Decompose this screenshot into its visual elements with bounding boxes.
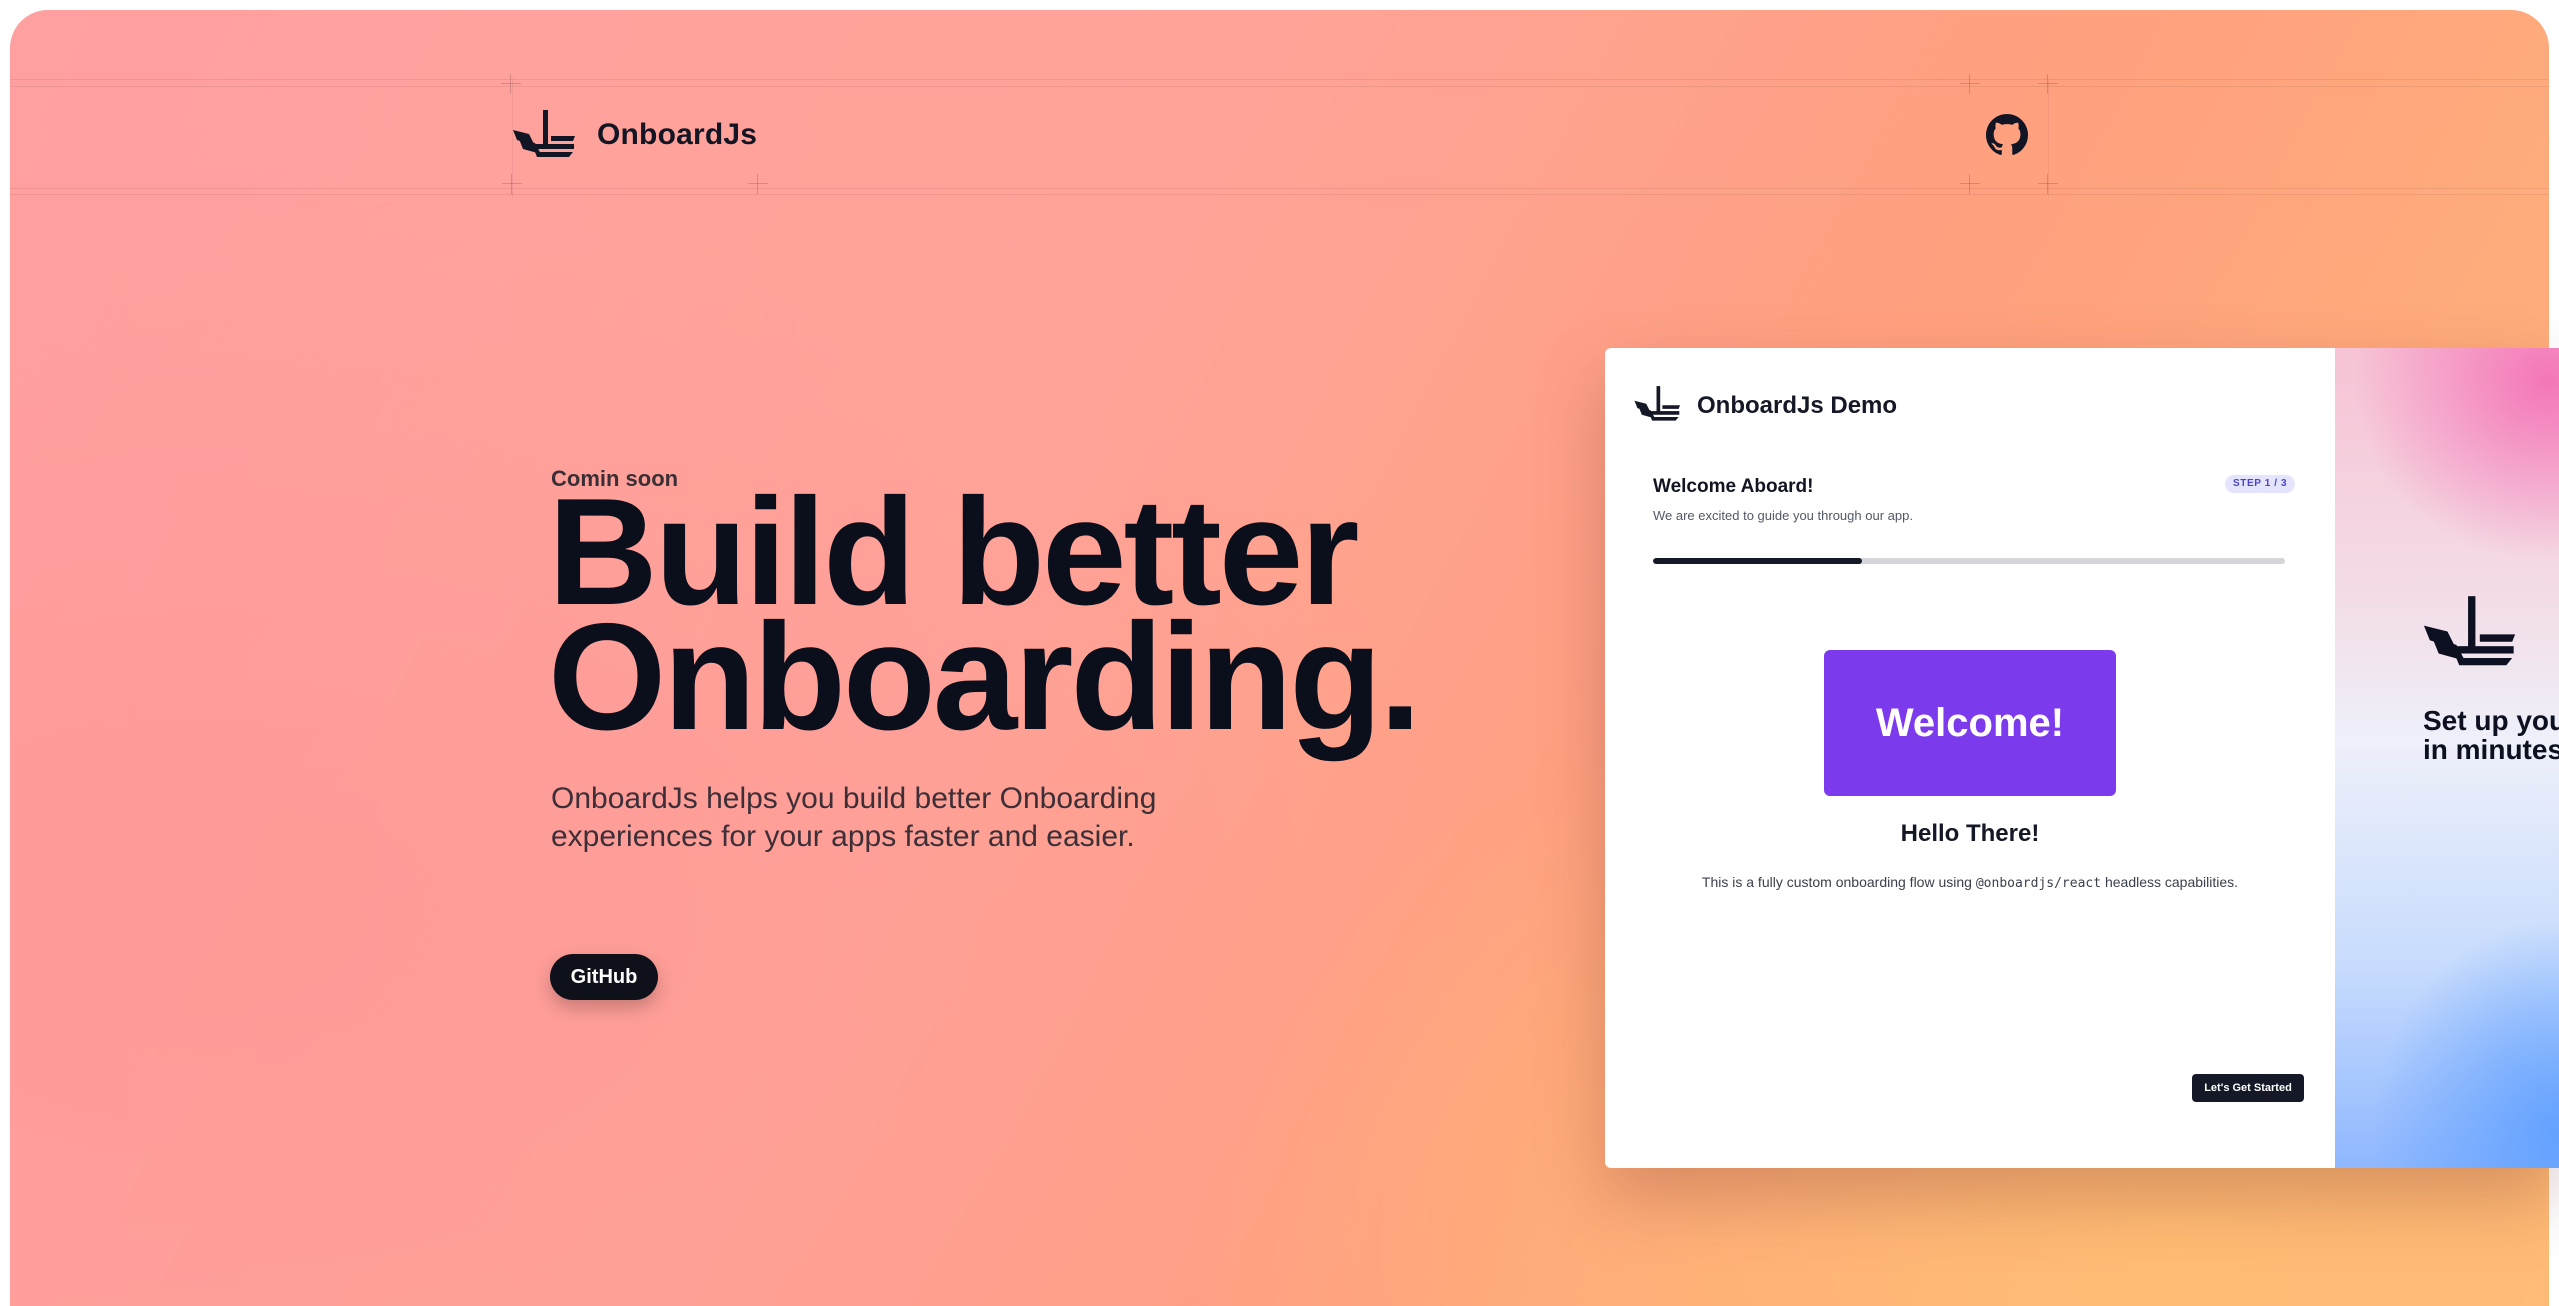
side-panel-heading: Set up your in minutes (2423, 705, 2559, 765)
welcome-card: Welcome! (1824, 650, 2116, 796)
demo-title: OnboardJs Demo (1697, 391, 1898, 419)
grid-cross (1960, 74, 1980, 94)
description-text: This is a fully custom onboarding flow u… (1701, 874, 1976, 890)
progress-fill (1653, 558, 1862, 564)
grid-line (10, 194, 2549, 195)
step-title: Welcome Aboard! (1653, 476, 1814, 497)
description-text-end: headless capabilities. (2101, 874, 2239, 890)
step-subtitle: We are excited to guide you through our … (1653, 508, 1913, 523)
grid-line (10, 86, 2549, 87)
hero-description: OnboardJs helps you build better Onboard… (551, 782, 1157, 853)
github-icon (1986, 114, 2028, 160)
grid-cross (2038, 174, 2058, 194)
grid-line (10, 188, 2549, 189)
brand-home-link[interactable]: OnboardJs (511, 108, 758, 163)
grid-cross (748, 174, 768, 194)
brand-name: OnboardJs (597, 118, 758, 151)
grid-cross (501, 74, 521, 94)
onboarding-demo-window: OnboardJs Demo Welcome Aboard! We are ex… (1605, 348, 2559, 1168)
progress-bar (1653, 558, 2285, 564)
grid-line (10, 79, 2549, 80)
step-badge: STEP 1 / 3 (2225, 475, 2296, 493)
get-started-button[interactable]: Let's Get Started (2192, 1074, 2304, 1102)
github-button[interactable]: GitHub (550, 954, 658, 1000)
demo-header: OnboardJs Demo (1633, 384, 1897, 427)
hero-title-line-2: Onboarding. (548, 592, 1421, 762)
github-link[interactable] (1986, 114, 2028, 156)
hero-title: Build better Onboarding. (548, 476, 1421, 753)
side-panel: Set up your in minutes (2335, 348, 2559, 1168)
grid-cross (1960, 174, 1980, 194)
flow-description: This is a fully custom onboarding flow u… (1605, 874, 2335, 891)
boat-logo-icon (511, 108, 579, 163)
boat-logo-icon (2421, 593, 2521, 672)
boat-logo-icon (1633, 384, 1683, 427)
package-name: @onboardjs/react (1975, 876, 2102, 891)
hello-heading: Hello There! (1900, 820, 2040, 847)
grid-cross (2038, 74, 2058, 94)
grid-cross (502, 174, 522, 194)
